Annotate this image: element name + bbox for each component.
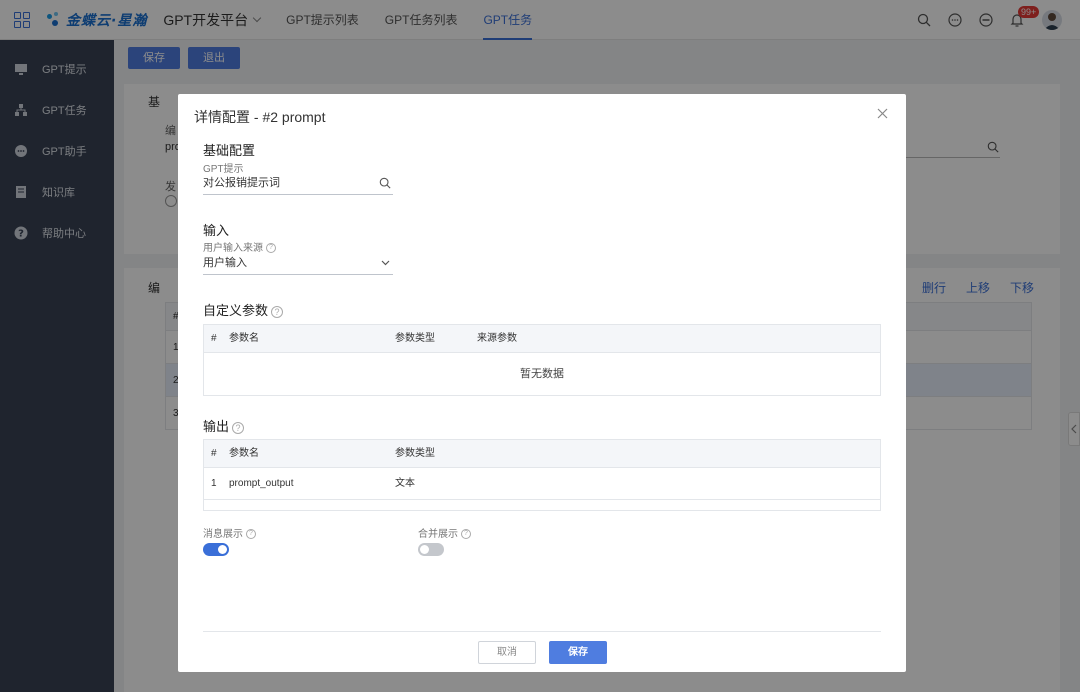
- col-source-param: 来源参数: [477, 333, 517, 344]
- message-display-label-text: 消息展示: [203, 529, 243, 540]
- row-param-type: 文本: [395, 478, 415, 489]
- help-icon[interactable]: ?: [246, 529, 256, 540]
- save-button[interactable]: 保存: [549, 641, 607, 664]
- table-row[interactable]: 1 prompt_output 文本: [204, 468, 880, 500]
- help-icon[interactable]: ?: [266, 243, 276, 254]
- cancel-button[interactable]: 取消: [478, 641, 536, 664]
- col-hash: #: [211, 448, 217, 459]
- col-hash: #: [211, 333, 217, 344]
- input-source-select[interactable]: 用户输入: [203, 253, 393, 275]
- section-output: 输出?: [203, 416, 245, 435]
- search-icon[interactable]: [379, 177, 391, 189]
- chevron-down-icon: [381, 260, 390, 266]
- input-source-label: 用户输入来源?: [203, 239, 276, 254]
- custom-params-table: # 参数名 参数类型 来源参数 暂无数据: [203, 324, 881, 396]
- help-icon[interactable]: ?: [461, 529, 471, 540]
- dialog-title: 详情配置 - #2 prompt: [194, 109, 326, 125]
- output-title: 输出: [203, 419, 230, 434]
- section-input: 输入: [203, 223, 230, 238]
- output-header: # 参数名 参数类型: [204, 440, 880, 468]
- col-param-type: 参数类型: [395, 333, 435, 344]
- merge-display-label: 合并展示?: [418, 525, 471, 540]
- col-param-name: 参数名: [229, 333, 259, 344]
- section-basic-config: 基础配置: [203, 143, 256, 158]
- help-icon[interactable]: ?: [271, 305, 284, 318]
- input-source-value: 用户输入: [203, 257, 247, 269]
- row-index: 1: [211, 478, 217, 489]
- merge-display-switch[interactable]: [418, 543, 444, 556]
- close-icon[interactable]: [877, 108, 888, 119]
- detail-config-dialog: 详情配置 - #2 prompt 基础配置 GPT提示 对公报销提示词 输入 用…: [178, 94, 906, 672]
- col-param-name: 参数名: [229, 448, 259, 459]
- dialog-footer-divider: [203, 631, 881, 632]
- section-custom-params: 自定义参数?: [203, 300, 284, 319]
- gpt-prompt-value: 对公报销提示词: [203, 177, 280, 189]
- output-table: # 参数名 参数类型 1 prompt_output 文本: [203, 439, 881, 511]
- custom-params-header: # 参数名 参数类型 来源参数: [204, 325, 880, 353]
- row-param-name: prompt_output: [229, 478, 294, 489]
- message-display-switch[interactable]: [203, 543, 229, 556]
- help-icon[interactable]: ?: [232, 421, 245, 434]
- gpt-prompt-field[interactable]: 对公报销提示词: [203, 173, 393, 195]
- custom-params-title: 自定义参数: [203, 303, 269, 318]
- col-param-type: 参数类型: [395, 448, 435, 459]
- merge-display-label-text: 合并展示: [418, 529, 458, 540]
- empty-state: 暂无数据: [520, 368, 564, 380]
- message-display-label: 消息展示?: [203, 525, 256, 540]
